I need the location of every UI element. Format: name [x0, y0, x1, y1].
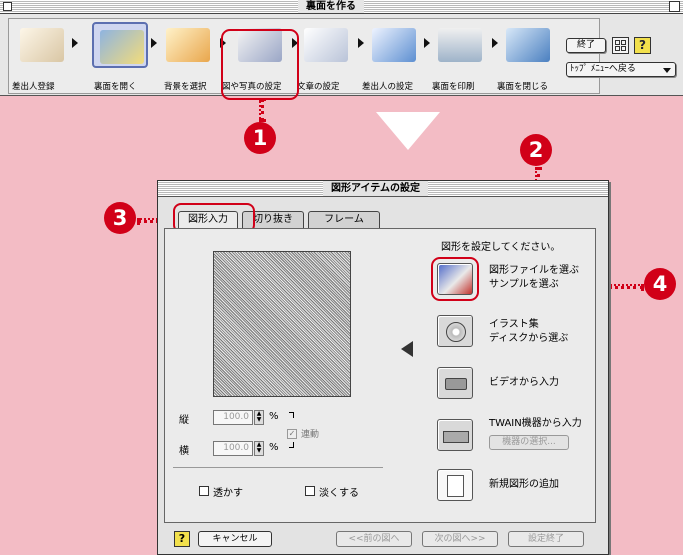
down-arrow-icon	[376, 112, 440, 150]
option-illustration: イラスト集 ディスクから選ぶ	[489, 318, 568, 346]
help-icon[interactable]: ?	[634, 37, 651, 54]
step-label: 背景を選択	[164, 82, 207, 92]
step-label: 裏面を閉じる	[497, 82, 549, 92]
next-button[interactable]: 次の図へ>>	[422, 531, 498, 547]
dropdown-arrow-icon	[663, 68, 671, 73]
transparent-label: 透かす	[213, 488, 243, 499]
step-sender-registration[interactable]	[14, 22, 70, 68]
close-box[interactable]	[3, 2, 12, 11]
vertical-unit: %	[269, 411, 279, 422]
link-checkbox[interactable]: ✓	[287, 429, 297, 439]
leader-line	[259, 98, 264, 122]
cd-icon	[446, 322, 466, 342]
help-icon[interactable]: ?	[174, 531, 190, 547]
sender-settings-icon	[372, 28, 416, 62]
top-window: 裏面を作る 差出人登録 裏面を開く 背景を選択 図や写真の設定 文章の設定 差出…	[0, 0, 683, 100]
highlight-ring	[431, 257, 479, 301]
device-select-button[interactable]: 機器の選択...	[489, 435, 569, 450]
top-menu-label: ﾄｯﾌﾟ ﾒﾆｭｰへ戻る	[570, 64, 636, 74]
step-label: 裏面を印刷	[432, 82, 475, 92]
instruction-text: 図形を設定してください。	[441, 242, 561, 253]
step-label: 文章の設定	[297, 82, 340, 92]
title-bar[interactable]: 裏面を作る	[0, 0, 683, 14]
end-button[interactable]: 終了	[566, 38, 606, 53]
step-label: 差出人の設定	[362, 82, 414, 92]
faint-checkbox[interactable]	[305, 486, 315, 496]
arrow-icon	[358, 38, 364, 48]
zoom-box[interactable]	[669, 1, 680, 12]
sender-registration-icon	[20, 28, 64, 62]
background-icon	[166, 28, 210, 62]
new-shape-button[interactable]	[437, 469, 473, 501]
bracket-icon	[289, 412, 294, 418]
tab-frame[interactable]: フレーム	[308, 211, 380, 228]
horizontal-stepper[interactable]: ▲ ▼	[254, 441, 264, 456]
dialog-title: 図形アイテムの設定	[323, 181, 428, 196]
transparent-checkbox[interactable]	[199, 486, 209, 496]
finish-button[interactable]: 設定終了	[508, 531, 584, 547]
vertical-input[interactable]: 100.0	[213, 410, 253, 425]
shape-preview	[213, 251, 351, 397]
twain-input-button[interactable]	[437, 419, 473, 451]
horizontal-label: 横	[179, 446, 189, 457]
close-back-icon	[506, 28, 550, 62]
tab-panel: 縦 100.0 ▲ ▼ % ✓ 連動 横 100.0 ▲ ▼ % 透かす 淡くする …	[164, 228, 596, 523]
option-twain: TWAIN機器から入力	[489, 418, 582, 429]
video-input-button[interactable]	[437, 367, 473, 399]
step-label: 差出人登録	[12, 82, 55, 92]
horizontal-input[interactable]: 100.0	[213, 441, 253, 456]
prev-button[interactable]: <<前の図へ	[336, 531, 412, 547]
marker-1: 1	[244, 122, 276, 154]
scanner-icon	[443, 431, 469, 443]
marker-2: 2	[520, 134, 552, 166]
grid-icon[interactable]	[612, 37, 629, 54]
step-close-back[interactable]	[500, 22, 556, 68]
option-shape-file: 図形ファイルを選ぶ サンプルを選ぶ	[489, 264, 579, 292]
video-camera-icon	[445, 378, 467, 390]
option-line: ディスクから選ぶ	[489, 333, 569, 344]
horizontal-unit: %	[269, 442, 279, 453]
arrow-icon	[424, 38, 430, 48]
step-sender-settings[interactable]	[366, 22, 422, 68]
bracket-icon	[289, 442, 294, 448]
step-text-settings[interactable]	[298, 22, 354, 68]
printer-icon	[438, 28, 482, 62]
step-open-back[interactable]	[92, 22, 148, 68]
arrow-icon	[151, 38, 157, 48]
option-line: イラスト集	[489, 319, 539, 330]
top-menu-button[interactable]: ﾄｯﾌﾟ ﾒﾆｭｰへ戻る	[566, 62, 676, 77]
left-arrow-icon	[401, 341, 413, 357]
illustration-disc-button[interactable]	[437, 315, 473, 347]
marker-4: 4	[644, 268, 676, 300]
vertical-label: 縦	[179, 415, 189, 426]
text-settings-icon	[304, 28, 348, 62]
option-line: サンプルを選ぶ	[489, 279, 559, 290]
marker-3: 3	[104, 202, 136, 234]
open-folder-icon	[100, 30, 144, 64]
vertical-stepper[interactable]: ▲ ▼	[254, 410, 264, 425]
window-title: 裏面を作る	[298, 0, 364, 13]
document-icon	[447, 475, 464, 497]
step-label: 裏面を開く	[94, 82, 137, 92]
option-line: 図形ファイルを選ぶ	[489, 265, 579, 276]
cancel-button[interactable]: キャンセル	[198, 531, 272, 547]
option-new-shape: 新規図形の追加	[489, 479, 559, 490]
link-label: 連動	[301, 430, 320, 440]
shape-item-dialog: 図形アイテムの設定 図形入力 切り抜き フレーム 縦 100.0 ▲ ▼ % ✓ …	[157, 180, 609, 555]
step-print-back[interactable]	[432, 22, 488, 68]
divider	[173, 467, 383, 468]
highlight-ring	[221, 29, 299, 100]
option-video: ビデオから入力	[489, 377, 559, 388]
dialog-title-bar[interactable]: 図形アイテムの設定	[158, 181, 608, 197]
faint-label: 淡くする	[319, 488, 359, 499]
arrow-icon	[72, 38, 78, 48]
step-select-background[interactable]	[160, 22, 216, 68]
arrow-icon	[492, 38, 498, 48]
